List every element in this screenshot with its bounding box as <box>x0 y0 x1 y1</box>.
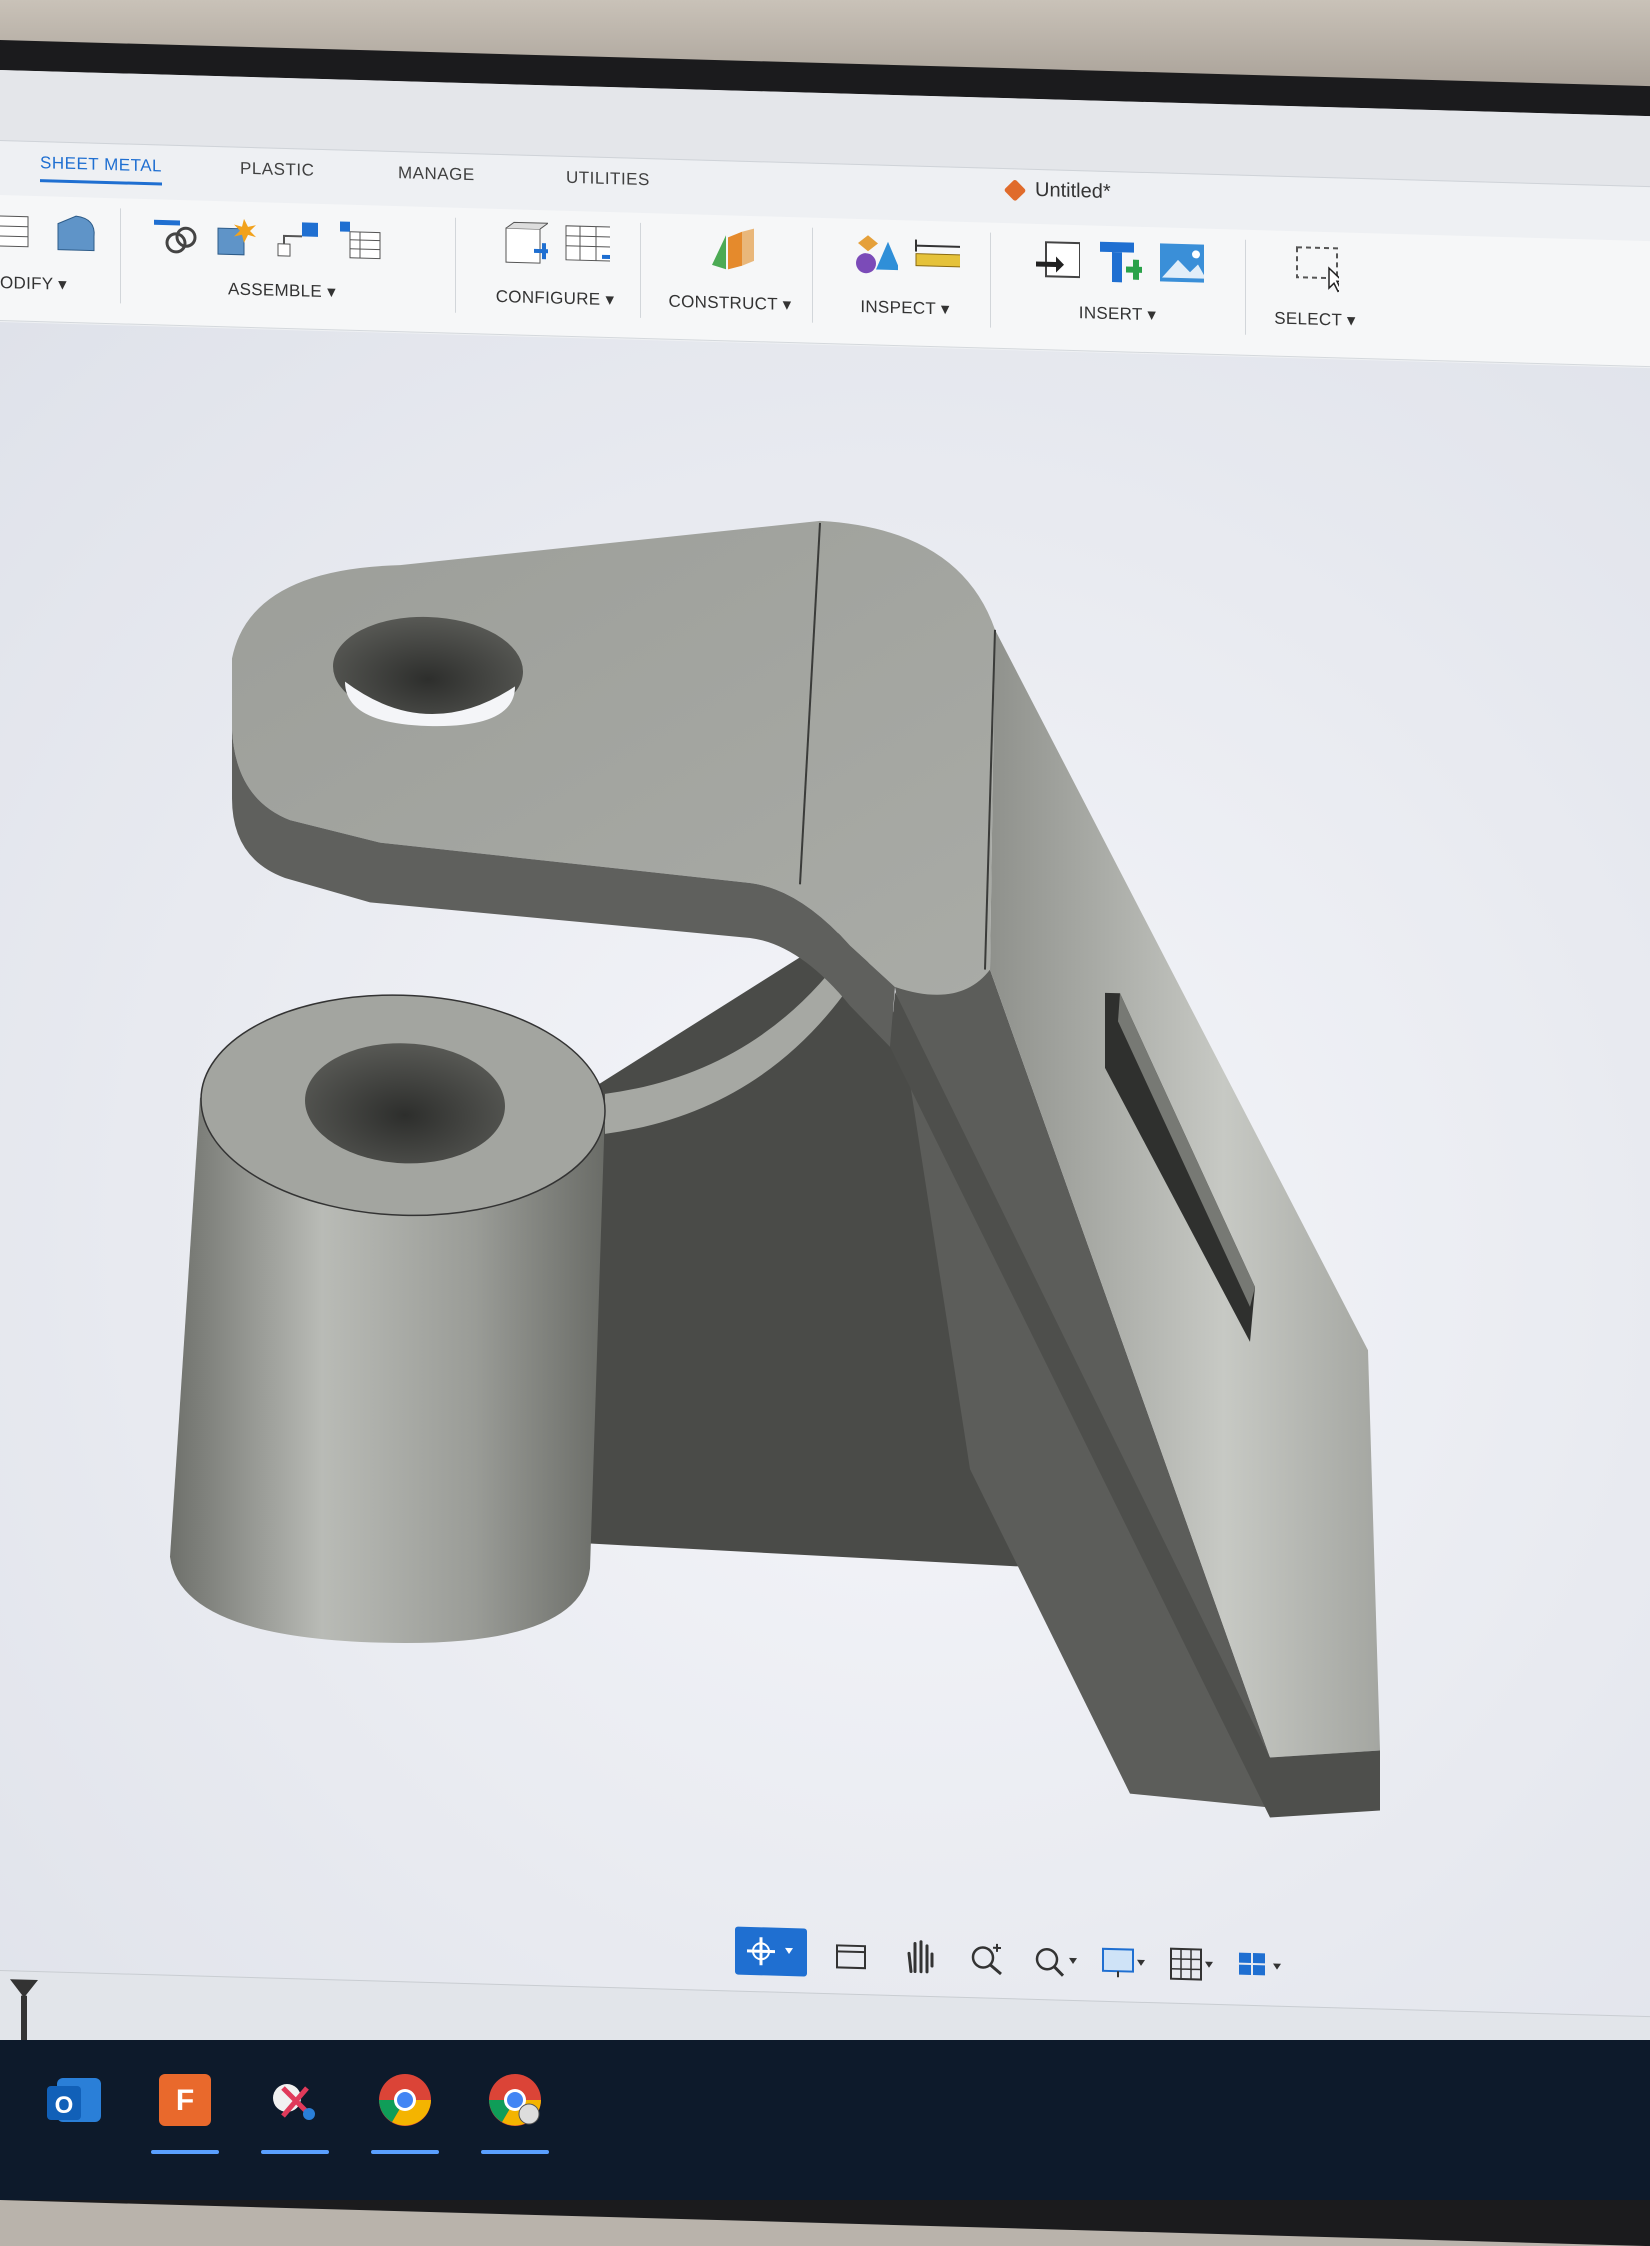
insert-canvas-icon[interactable] <box>1156 238 1204 287</box>
fusion-window: SHEET METAL PLASTIC MANAGE UTILITIES Unt… <box>0 70 1650 2107</box>
construct-group: CONSTRUCT ▾ <box>655 213 805 337</box>
snipping-tool-icon[interactable] <box>255 2060 335 2154</box>
ribbon-separator <box>990 232 991 328</box>
configure-table-icon[interactable] <box>562 222 610 271</box>
bracket-model[interactable] <box>0 322 1650 2018</box>
look-at-icon[interactable] <box>827 1929 875 1978</box>
modify-table-icon[interactable] <box>0 206 38 255</box>
chrome-profile-icon[interactable] <box>475 2060 555 2154</box>
tab-utilities[interactable]: UTILITIES <box>566 168 650 190</box>
assemble-menu[interactable]: ASSEMBLE ▾ <box>228 279 450 305</box>
configure-part-icon[interactable] <box>500 220 548 269</box>
fusion-360-icon[interactable]: F <box>145 2060 225 2154</box>
configure-menu[interactable]: CONFIGURE ▾ <box>475 286 635 310</box>
zoom-window-icon[interactable] <box>963 1933 1011 1982</box>
document-title: Untitled* <box>1003 178 1111 204</box>
outlook-icon[interactable]: O <box>35 2060 115 2140</box>
modify-menu[interactable]: ODIFY ▾ <box>0 273 100 296</box>
document-cube-icon <box>1003 178 1027 202</box>
zoom-icon[interactable] <box>1031 1935 1079 1984</box>
ribbon-separator <box>120 208 121 304</box>
joint-icon[interactable] <box>150 210 198 259</box>
tab-plastic[interactable]: PLASTIC <box>240 159 314 181</box>
measure-icon[interactable] <box>912 231 960 280</box>
svg-text:F: F <box>176 2084 194 2117</box>
new-component-icon[interactable] <box>212 212 260 261</box>
document-title-text: Untitled* <box>1035 178 1111 204</box>
windows-taskbar: O F <box>0 2040 1650 2200</box>
select-group: SELECT ▾ <box>1260 230 1370 353</box>
select-menu[interactable]: SELECT ▾ <box>1260 308 1370 331</box>
modify-group: ODIFY ▾ <box>0 195 100 318</box>
inspect-shapes-icon[interactable] <box>850 230 898 279</box>
construct-plane-icon[interactable] <box>706 226 754 275</box>
ribbon-separator <box>640 222 641 318</box>
design-viewport[interactable] <box>0 322 1650 2019</box>
modify-shape-icon[interactable] <box>52 207 100 256</box>
bill-of-materials-icon[interactable] <box>336 215 384 264</box>
insert-mcmaster-icon[interactable] <box>1094 237 1142 286</box>
tab-manage[interactable]: MANAGE <box>398 163 475 185</box>
display-settings-icon[interactable] <box>1099 1937 1147 1986</box>
insert-menu[interactable]: INSERT ▾ <box>1005 301 1230 327</box>
insert-derive-icon[interactable] <box>1032 235 1080 284</box>
ribbon-separator <box>1245 239 1246 335</box>
orbit-icon[interactable] <box>735 1926 807 1977</box>
chrome-icon[interactable] <box>365 2060 445 2154</box>
insert-group: INSERT ▾ <box>1005 223 1230 349</box>
svg-text:O: O <box>55 2092 74 2119</box>
select-window-icon[interactable] <box>1291 242 1339 293</box>
as-built-joint-icon[interactable] <box>274 214 322 263</box>
construct-menu[interactable]: CONSTRUCT ▾ <box>655 291 805 315</box>
tab-sheet-metal[interactable]: SHEET METAL <box>40 153 163 186</box>
inspect-group: INSPECT ▾ <box>825 218 985 342</box>
viewports-icon[interactable] <box>1235 1940 1283 1989</box>
inspect-menu[interactable]: INSPECT ▾ <box>825 296 985 320</box>
grid-icon[interactable] <box>1167 1939 1215 1988</box>
ribbon-separator <box>812 227 813 323</box>
configure-group: CONFIGURE ▾ <box>475 208 635 332</box>
ribbon-separator <box>455 217 456 313</box>
pan-icon[interactable] <box>895 1931 943 1980</box>
assemble-group: ASSEMBLE ▾ <box>150 199 450 327</box>
